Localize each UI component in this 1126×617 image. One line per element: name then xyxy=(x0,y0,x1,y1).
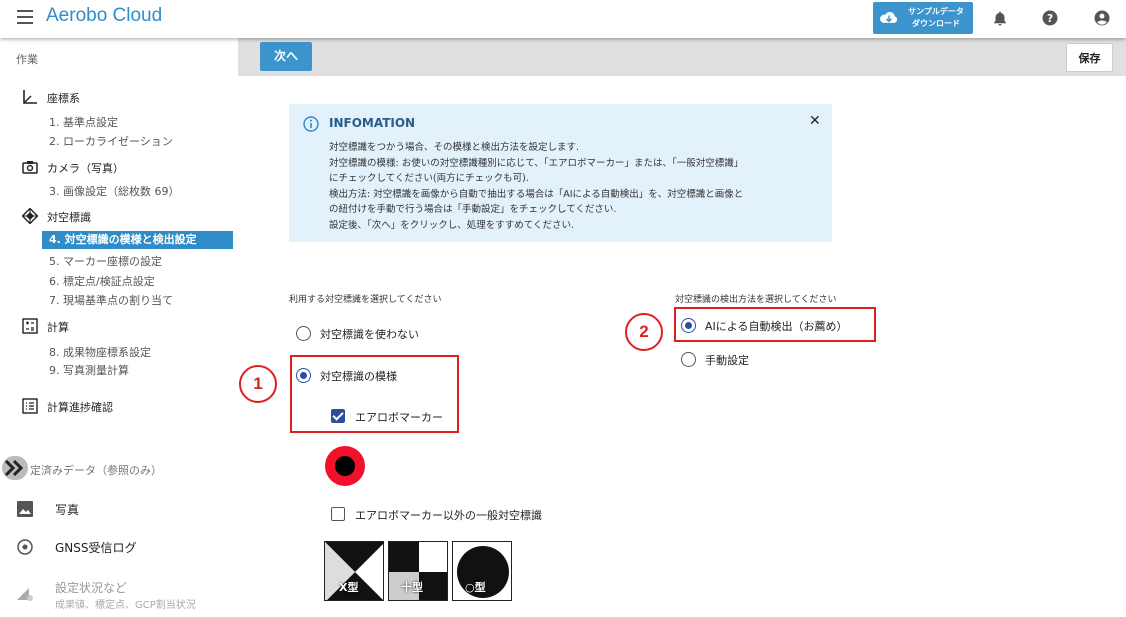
radio-no-marker-label[interactable]: 対空標識を使わない xyxy=(320,326,419,342)
info-line: にチェックしてください(両方にチェックも可). xyxy=(329,173,529,184)
sidebar-item-marker-coords[interactable]: 5. マーカー座標の設定 xyxy=(49,253,162,269)
sidebar-item-photogrammetry[interactable]: 9. 写真測量計算 xyxy=(49,362,129,378)
account-icon[interactable] xyxy=(1093,9,1111,27)
checkbox-general-marker[interactable] xyxy=(331,507,345,521)
aerobo-marker-image xyxy=(325,446,365,486)
settings-status-icon xyxy=(17,588,33,601)
toolbar: 次へ 保存 xyxy=(238,38,1126,76)
sidebar-item-output-coords[interactable]: 8. 成果物座標系設定 xyxy=(49,344,151,360)
marker-select-label: 利用する対空標識を選択してください xyxy=(289,295,442,305)
info-icon xyxy=(303,116,319,132)
cloud-download-icon xyxy=(880,11,898,23)
sidebar-item-control-points[interactable]: 6. 標定点/検証点設定 xyxy=(49,273,155,289)
radio-manual-label[interactable]: 手動設定 xyxy=(705,352,749,368)
info-line: 対空標識の模様: お使いの対空標識種別に応じて、「エアロボマーカー」または、「一… xyxy=(329,158,744,169)
sidebar-item-localization[interactable]: 2. ローカライゼーション xyxy=(49,133,173,149)
sidebar: 作業 座標系 1. 基準点設定 2. ローカライゼーション カメラ（写真） 3.… xyxy=(0,38,238,617)
save-button[interactable]: 保存 xyxy=(1066,43,1113,72)
axis-icon xyxy=(23,90,37,104)
info-line: 対空標識をつかう場合、その模様と検出方法を設定します. xyxy=(329,142,580,153)
close-icon[interactable]: ✕ xyxy=(809,113,821,129)
next-button[interactable]: 次へ xyxy=(260,42,312,71)
svg-text:?: ? xyxy=(1047,13,1053,25)
target-marker-icon xyxy=(22,208,38,224)
sidebar-item-image-settings[interactable]: 3. 画像設定（総枚数 69） xyxy=(49,183,180,199)
radio-manual[interactable] xyxy=(681,352,696,367)
detect-select-label: 対空標識の検出方法を選択してください xyxy=(675,295,837,305)
bell-icon[interactable] xyxy=(991,9,1009,27)
pattern-plus-image: 十型 xyxy=(388,541,448,601)
annotation-number-1: 1 xyxy=(239,365,277,403)
checkbox-aerobo-marker-label[interactable]: エアロボマーカー xyxy=(355,409,443,425)
work-label: 作業 xyxy=(16,53,38,66)
checkbox-general-marker-label[interactable]: エアロボマーカー以外の一般対空標識 xyxy=(355,507,542,523)
sidebar-item-marker-pattern[interactable]: 4. 対空標識の模様と検出設定 xyxy=(42,231,233,249)
download-label: サンプルデータ ダウンロード xyxy=(908,7,964,28)
sample-download-button[interactable]: サンプルデータ ダウンロード xyxy=(873,2,973,34)
annotation-number-2: 2 xyxy=(625,313,663,351)
radio-marker-pattern-label[interactable]: 対空標識の模様 xyxy=(320,368,397,384)
list-icon xyxy=(22,398,38,414)
radio-no-marker[interactable] xyxy=(296,326,311,341)
info-line: 設定後、「次へ」をクリックし、処理をすすめてください. xyxy=(329,220,574,231)
radio-ai-detection[interactable] xyxy=(681,318,696,333)
info-title: INFOMATION xyxy=(329,116,416,130)
app-title[interactable]: Aerobo Cloud xyxy=(46,5,162,27)
checkbox-aerobo-marker[interactable] xyxy=(331,409,345,423)
radio-marker-pattern[interactable] xyxy=(296,368,311,383)
app-header: Aerobo Cloud サンプルデータ ダウンロード ? xyxy=(0,0,1126,38)
info-panel: INFOMATION ✕ 対空標識をつかう場合、その模様と検出方法を設定します.… xyxy=(289,104,832,242)
info-line: の紐付けを手動で行う場合は「手動設定」をチェックしてください. xyxy=(329,204,617,215)
photo-icon xyxy=(17,501,33,517)
calculator-icon xyxy=(22,318,38,334)
menu-icon[interactable] xyxy=(17,10,33,26)
pattern-x-image: X型 xyxy=(324,541,384,601)
expand-chevron-icon[interactable] xyxy=(2,456,28,480)
camera-icon xyxy=(22,161,38,174)
main-content: 次へ 保存 INFOMATION ✕ 対空標識をつかう場合、その模様と検出方法を… xyxy=(238,38,1126,617)
pattern-o-image: ○型 xyxy=(452,541,512,601)
help-icon[interactable]: ? xyxy=(1041,9,1059,27)
radio-ai-detection-label[interactable]: AIによる自動検出（お薦め） xyxy=(705,318,847,334)
info-line: 検出方法: 対空標識を画像から自動で抽出する場合は「AIによる自動検出」を、対空… xyxy=(329,189,744,200)
sidebar-item-base-point[interactable]: 1. 基準点設定 xyxy=(49,114,118,130)
gnss-icon xyxy=(17,539,33,555)
sidebar-item-site-base[interactable]: 7. 現場基準点の割り当て xyxy=(49,292,173,308)
